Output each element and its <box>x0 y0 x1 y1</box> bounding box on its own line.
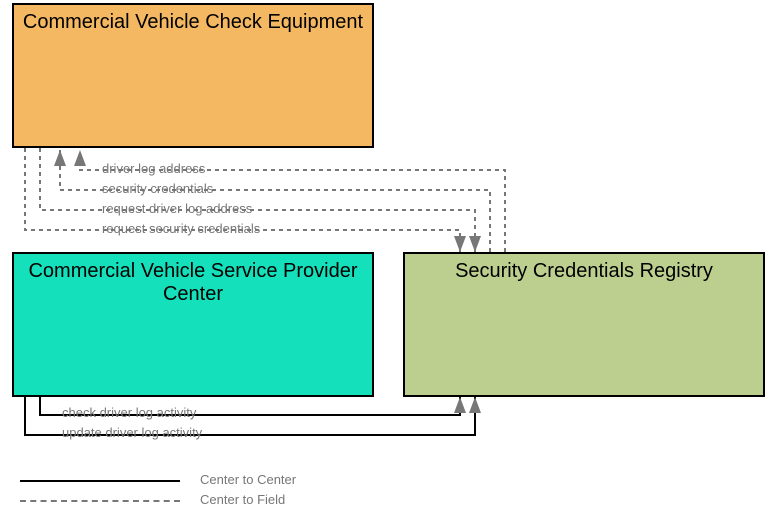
legend-label: Center to Field <box>200 492 285 507</box>
flow-label: update driver log activity <box>62 425 202 440</box>
legend-line-center-to-center <box>20 480 180 482</box>
flow-request-security-credentials <box>25 148 460 252</box>
node-commercial-vehicle-check-equipment[interactable]: Commercial Vehicle Check Equipment <box>12 3 374 148</box>
legend-label: Center to Center <box>200 472 296 487</box>
flow-label: security credentials <box>102 181 213 196</box>
flow-label: driver log address <box>102 161 205 176</box>
node-security-credentials-registry[interactable]: Security Credentials Registry <box>403 252 765 397</box>
flow-label: request security credentials <box>102 221 260 236</box>
node-label: Commercial Vehicle Service Provider Cent… <box>22 260 364 306</box>
legend-line-center-to-field <box>20 500 180 502</box>
flow-label: check driver log activity <box>62 405 196 420</box>
node-commercial-vehicle-service-provider-center[interactable]: Commercial Vehicle Service Provider Cent… <box>12 252 374 397</box>
node-label: Commercial Vehicle Check Equipment <box>23 11 363 34</box>
node-label: Security Credentials Registry <box>455 260 713 283</box>
flow-label: request driver log address <box>102 201 252 216</box>
